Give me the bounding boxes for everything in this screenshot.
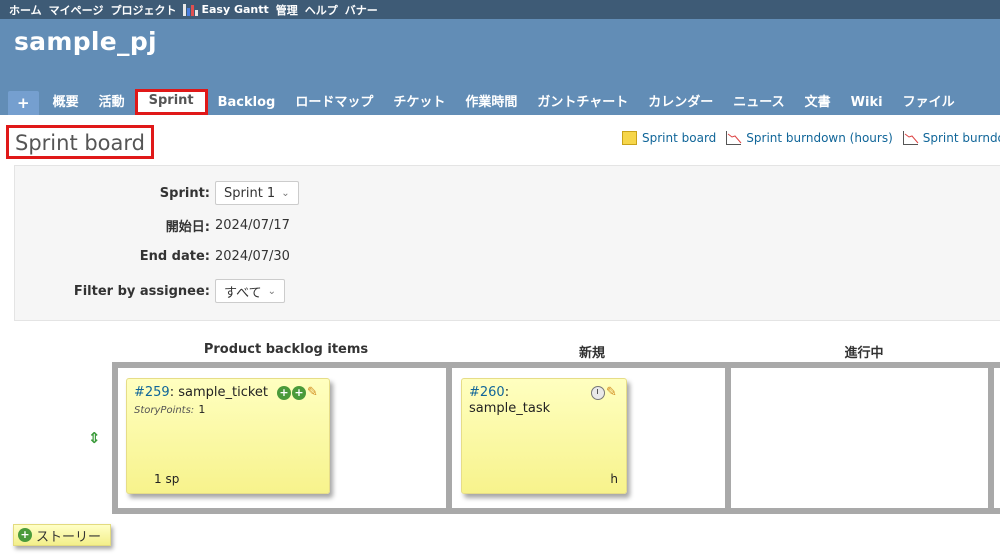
column-header-new: 新規 (578, 346, 605, 361)
sprint-burndown-points-link[interactable]: Sprint burndo (902, 131, 1000, 145)
top-menu-admin[interactable]: 管理 (276, 2, 298, 18)
sprint-burndown-hours-link[interactable]: Sprint burndown (hours) (726, 131, 893, 145)
clock-icon[interactable] (591, 386, 605, 400)
add-test-icon[interactable]: + (292, 386, 306, 400)
tab-wiki[interactable]: Wiki (841, 91, 893, 115)
assignee-filter-row: Filter by assignee: すべて ⌄ (15, 279, 285, 303)
column-header-product-backlog: Product backlog items (203, 342, 369, 357)
burndown-chart-icon (902, 131, 919, 145)
tab-gantt[interactable]: ガントチャート (527, 91, 638, 115)
sprint-select[interactable]: Sprint 1 ⌄ (215, 181, 299, 205)
chevron-down-icon: ⌄ (267, 285, 276, 297)
add-icon: + (18, 528, 32, 542)
top-menu-home[interactable]: ホーム (9, 2, 42, 18)
project-title: sample_pj (14, 27, 157, 56)
sprint-burndown-points-link-label: Sprint burndo (922, 131, 1000, 145)
sprint-select-value: Sprint 1 (224, 185, 276, 201)
burndown-chart-icon (726, 131, 742, 145)
task-hours-footer: h (610, 472, 618, 486)
top-menu-help[interactable]: ヘルプ (305, 2, 338, 18)
story-points-footer: 1 sp (154, 472, 180, 486)
task-card-actions: ✎ (591, 386, 620, 400)
edit-pencil-icon[interactable]: ✎ (606, 386, 620, 400)
sprint-board: #259: sample_ticket + + ✎ StoryPoints: 1… (112, 362, 1000, 514)
tab-activity[interactable]: 活動 (89, 91, 135, 115)
start-date-label: 開始日: (165, 220, 210, 235)
add-story-button[interactable]: + ストーリー (13, 524, 112, 546)
story-points-value: 1 (198, 403, 206, 416)
tab-sprint[interactable]: Sprint (134, 89, 208, 115)
sprint-filter-row: Sprint: Sprint 1 ⌄ (15, 181, 299, 205)
task-number-link[interactable]: #260 (469, 385, 505, 400)
task-title: sample_task (469, 401, 551, 416)
sprint-board-link[interactable]: Sprint board (622, 131, 716, 145)
start-date-value: 2024/07/17 (215, 218, 290, 233)
task-card[interactable]: #260: sample_task ✎ h (461, 378, 627, 494)
add-task-icon[interactable]: + (277, 386, 291, 400)
tab-overview[interactable]: 概要 (43, 91, 89, 115)
header: sample_pj + 概要 活動 Sprint Backlog ロードマップ … (0, 19, 1000, 115)
tab-issues[interactable]: チケット (383, 91, 455, 115)
top-menu-projects[interactable]: プロジェクト (110, 2, 176, 18)
sort-handle-icon[interactable]: ⇕ (88, 429, 101, 447)
top-menu-banner[interactable]: バナー (345, 2, 378, 18)
top-menu-easy-gantt-label: Easy Gantt (201, 3, 269, 16)
top-menu-my-page[interactable]: マイページ (49, 2, 104, 18)
end-date-value: 2024/07/30 (215, 249, 290, 264)
story-title: sample_ticket (178, 385, 269, 400)
tab-roadmap[interactable]: ロードマップ (285, 91, 383, 115)
in-progress-cell (731, 368, 988, 508)
chevron-down-icon: ⌄ (281, 187, 290, 199)
assignee-select-value: すべて (224, 285, 262, 301)
tab-news[interactable]: ニュース (723, 91, 794, 115)
end-date-row: End date: 2024/07/30 (15, 249, 290, 264)
gantt-chart-icon (183, 3, 199, 16)
end-date-label: End date: (139, 249, 210, 264)
tab-time-entries[interactable]: 作業時間 (455, 91, 527, 115)
story-points-label: StoryPoints: (134, 405, 195, 416)
filter-box: Sprint: Sprint 1 ⌄ 開始日: 2024/07/17 End d… (14, 165, 1000, 321)
add-story-label: ストーリー (36, 529, 102, 545)
edit-pencil-icon[interactable]: ✎ (307, 386, 321, 400)
story-card[interactable]: #259: sample_ticket + + ✎ StoryPoints: 1… (126, 378, 330, 494)
tab-files[interactable]: ファイル (893, 91, 965, 115)
column-header-in-progress: 進行中 (844, 346, 884, 361)
sprint-board-link-label: Sprint board (642, 131, 717, 145)
assignee-label: Filter by assignee: (73, 283, 210, 299)
sprint-burndown-hours-link-label: Sprint burndown (hours) (746, 131, 893, 145)
top-menu: ホーム マイページ プロジェクト Easy Gantt 管理 ヘルプ バナー (0, 0, 1000, 19)
main-menu: + 概要 活動 Sprint Backlog ロードマップ チケット 作業時間 … (8, 89, 965, 115)
tab-calendar[interactable]: カレンダー (638, 91, 723, 115)
assignee-select[interactable]: すべて ⌄ (215, 279, 285, 303)
top-menu-easy-gantt[interactable]: Easy Gantt (183, 3, 269, 16)
start-date-row: 開始日: 2024/07/17 (15, 216, 290, 235)
contextual-links: Sprint board Sprint burndown (hours) Spr… (622, 131, 1000, 145)
story-cell: #259: sample_ticket + + ✎ StoryPoints: 1… (118, 368, 446, 508)
story-number-link[interactable]: #259 (134, 385, 170, 400)
new-object-button[interactable]: + (8, 91, 39, 115)
sprint-label: Sprint: (159, 185, 210, 201)
story-card-actions: + + ✎ (277, 386, 321, 400)
tab-documents[interactable]: 文書 (795, 91, 841, 115)
new-status-cell: #260: sample_task ✎ h (452, 368, 725, 508)
sticky-note-icon (622, 131, 637, 145)
next-status-cell (994, 368, 1000, 508)
tab-backlog[interactable]: Backlog (208, 91, 286, 115)
page-title: Sprint board (6, 125, 154, 159)
